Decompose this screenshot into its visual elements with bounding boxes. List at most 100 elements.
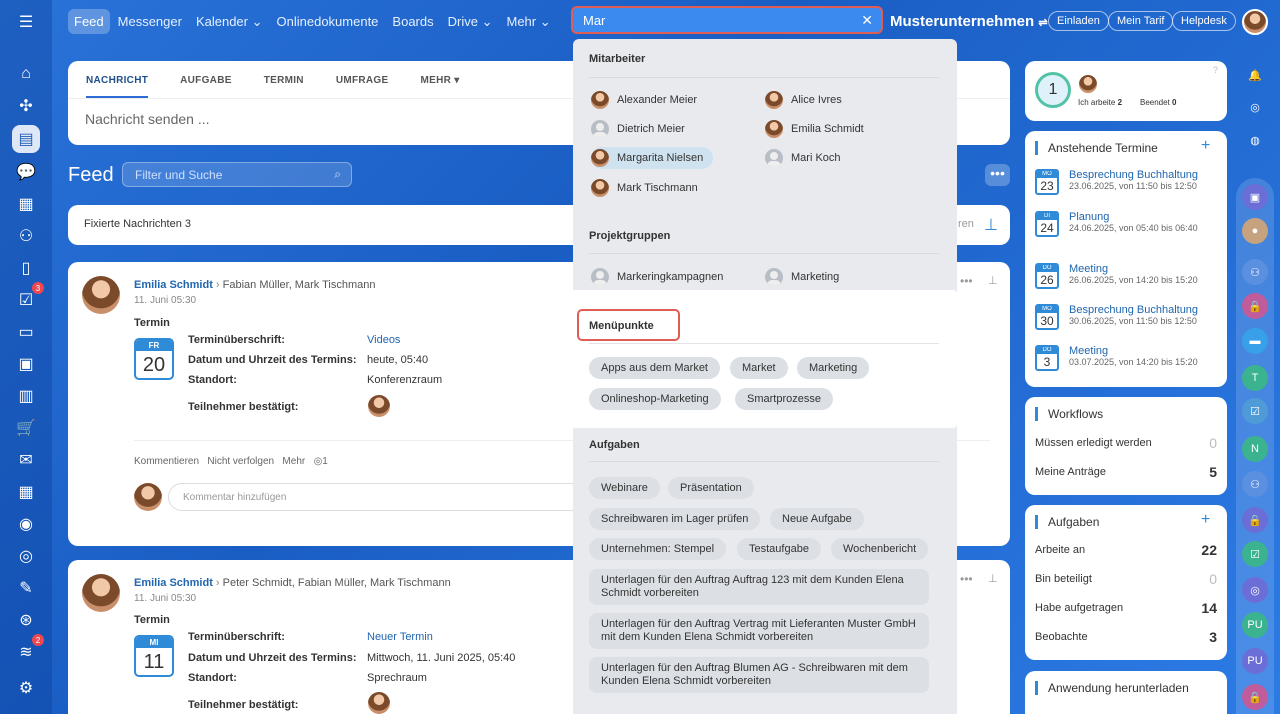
bell-icon[interactable]: 🔔	[1242, 62, 1268, 88]
pin-post-icon[interactable]: ⊥	[988, 274, 998, 287]
result-person[interactable]: Mark Tischmann	[591, 177, 708, 199]
locked-chat-icon[interactable]: 🔒	[1242, 684, 1268, 710]
tab-poll[interactable]: UMFRAGE	[336, 75, 389, 98]
tasks-icon[interactable]: ☑ 3	[12, 282, 44, 314]
participant-avatar[interactable]	[368, 692, 390, 714]
result-group[interactable]: Markeringkampagnen	[591, 266, 733, 288]
nav-onlinedocs[interactable]: Onlinedokumente	[271, 9, 385, 34]
task-row[interactable]: Beobachte 3	[1035, 629, 1217, 645]
result-task[interactable]: Webinare	[589, 477, 660, 499]
organization-name[interactable]: Musterunternehmen ⇌	[890, 13, 1048, 30]
post-menu-icon[interactable]: •••	[960, 572, 973, 586]
result-task[interactable]: Unternehmen: Stempel	[589, 538, 727, 560]
task-row[interactable]: Bin beteiligt 0	[1035, 571, 1217, 587]
work-status-widget[interactable]: 1 Ich arbeite 2 Beendet 0 ?	[1025, 61, 1227, 121]
help-icon[interactable]: ?	[1213, 65, 1218, 75]
result-menu-item[interactable]: Marketing	[797, 357, 870, 379]
clear-search-icon[interactable]: ✕	[861, 12, 873, 29]
event-item[interactable]: DI 24 Planung 24.06.2025, von 05:40 bis 06:…	[1035, 211, 1219, 237]
message-icon[interactable]: ▬	[1242, 328, 1268, 354]
download-widget[interactable]: Anwendung herunterladen	[1025, 671, 1227, 714]
pin-post-icon[interactable]: ⊥	[988, 572, 998, 585]
nav-calendar[interactable]: Kalender ⌄	[190, 9, 269, 35]
more-options-button[interactable]: •••	[985, 164, 1010, 186]
schedule-icon[interactable]: ▦	[12, 478, 40, 506]
result-task[interactable]: Präsentation	[668, 477, 754, 499]
nav-boards[interactable]: Boards	[386, 9, 439, 34]
users-icon[interactable]: ⚇	[12, 222, 40, 250]
home-icon[interactable]: ⌂	[12, 60, 40, 88]
task-row[interactable]: Habe aufgetragen 14	[1035, 600, 1217, 616]
result-group[interactable]: Marketing	[765, 266, 849, 288]
nav-drive[interactable]: Drive ⌄	[442, 9, 499, 35]
result-task[interactable]: Neue Aufgabe	[770, 508, 864, 530]
locked-icon[interactable]: 🔒	[1242, 507, 1268, 533]
team-icon[interactable]: ⚇	[1242, 471, 1268, 497]
result-task[interactable]: Unterlagen für den Auftrag Vertrag mit L…	[589, 613, 929, 649]
result-task[interactable]: Testaufgabe	[737, 538, 821, 560]
event-item[interactable]: DO 3 Meeting 03.07.2025, von 14:20 bis 15:2…	[1035, 345, 1219, 371]
result-person[interactable]: Mari Koch	[765, 147, 851, 169]
result-task[interactable]: Unterlagen für den Auftrag Blumen AG - S…	[589, 657, 929, 693]
sign-icon[interactable]: ✎	[12, 574, 40, 602]
filter-search-input[interactable]: Filter und Suche ⌕	[122, 162, 352, 187]
result-menu-item[interactable]: Onlineshop-Marketing	[589, 388, 721, 410]
contact-n[interactable]: N	[1242, 436, 1268, 462]
search-input[interactable]: Mar ✕	[571, 6, 883, 34]
author-name[interactable]: Emilia Schmidt	[134, 279, 213, 291]
tab-more[interactable]: MEHR ▾	[420, 75, 459, 98]
add-event-icon[interactable]: +	[1201, 137, 1210, 155]
contact-t[interactable]: T	[1242, 365, 1268, 391]
post-menu-icon[interactable]: •••	[960, 274, 973, 288]
workflow-row[interactable]: Meine Anträge 5	[1035, 464, 1217, 480]
calendar-icon[interactable]: ▦	[12, 190, 40, 218]
locked-chat-icon[interactable]: 🔒	[1242, 293, 1268, 319]
event-item[interactable]: DO 26 Meeting 26.06.2025, von 14:20 bis 15:…	[1035, 263, 1219, 289]
task-row[interactable]: Arbeite an 22	[1035, 542, 1217, 558]
hamburger-menu-icon[interactable]: ☰	[12, 8, 40, 36]
copilot-icon[interactable]: ◍	[1242, 127, 1268, 153]
checklist-icon[interactable]: ☑	[1242, 541, 1268, 567]
comment-input[interactable]: Kommentar hinzufügen	[168, 483, 588, 511]
unfollow-link[interactable]: Nicht verfolgen	[207, 456, 274, 467]
contact-pu[interactable]: PU	[1242, 612, 1268, 638]
result-person[interactable]: Emilia Schmidt	[765, 118, 874, 140]
chart-icon[interactable]: ▥	[12, 382, 40, 410]
stack-icon[interactable]: ≋ 2	[12, 634, 44, 666]
add-task-icon[interactable]: +	[1201, 511, 1210, 529]
workflow-row[interactable]: Müssen erledigt werden 0	[1035, 435, 1217, 451]
comment-link[interactable]: Kommentieren	[134, 456, 199, 467]
result-person-highlighted[interactable]: Margarita Nielsen	[591, 147, 714, 169]
feed-icon[interactable]: ▤	[12, 125, 40, 153]
puzzle-icon[interactable]: ✣	[12, 92, 40, 120]
tariff-button[interactable]: Mein Tarif	[1108, 11, 1174, 31]
helpdesk-button[interactable]: Helpdesk	[1172, 11, 1236, 31]
result-person[interactable]: Alice Ivres	[765, 89, 852, 111]
result-menu-item[interactable]: Apps aus dem Market	[589, 357, 720, 379]
more-link[interactable]: Mehr	[282, 456, 305, 467]
chat-icon[interactable]: 💬	[12, 158, 40, 186]
contact-avatar[interactable]: ●	[1242, 218, 1268, 244]
task-check-icon[interactable]: ☑	[1242, 398, 1268, 424]
result-person[interactable]: Alexander Meier	[591, 89, 707, 111]
result-person[interactable]: Dietrich Meier	[591, 118, 695, 140]
result-menu-item[interactable]: Smartprozesse	[735, 388, 833, 410]
tab-message[interactable]: NACHRICHT	[86, 75, 149, 98]
target-icon[interactable]: ◎	[1242, 577, 1268, 603]
author-name[interactable]: Emilia Schmidt	[134, 577, 213, 589]
invite-button[interactable]: Einladen	[1048, 11, 1109, 31]
nav-messenger[interactable]: Messenger	[112, 9, 188, 34]
author-avatar[interactable]	[82, 276, 120, 314]
cart-icon[interactable]: 🛒	[12, 414, 40, 442]
contact-pu-2[interactable]: PU	[1242, 648, 1268, 674]
author-avatar[interactable]	[82, 574, 120, 612]
event-item[interactable]: MO 30 Besprechung Buchhaltung 30.06.2025, v…	[1035, 304, 1219, 330]
chat-app-icon[interactable]: ▣	[1242, 184, 1268, 210]
drive-icon[interactable]: ▭	[12, 318, 40, 346]
mail-icon[interactable]: ✉	[12, 446, 40, 474]
event-item[interactable]: MO 23 Besprechung Buchhaltung 23.06.2025, v…	[1035, 169, 1219, 195]
settings-icon[interactable]: ⚙	[12, 674, 40, 702]
tab-event[interactable]: TERMIN	[264, 75, 304, 98]
pulse-icon[interactable]: ◎	[1242, 94, 1268, 120]
pin-icon[interactable]: ⊥	[984, 215, 998, 235]
